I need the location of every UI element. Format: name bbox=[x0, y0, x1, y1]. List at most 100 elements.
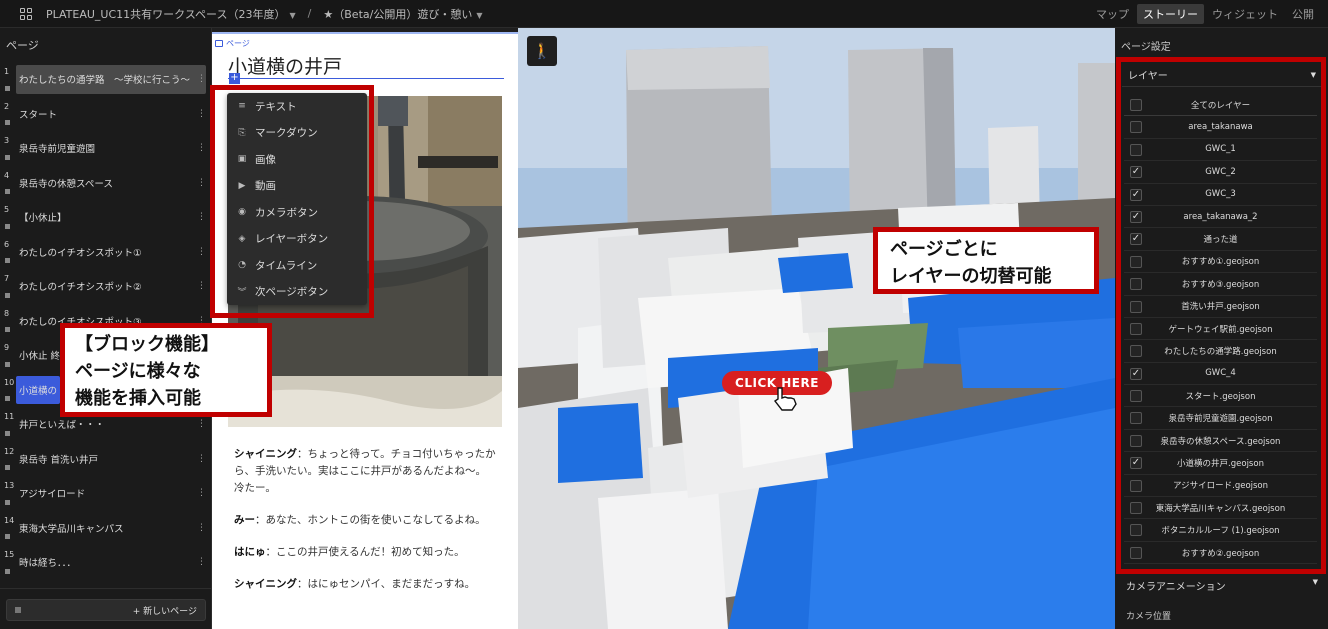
page-title-label: 小道横の bbox=[16, 375, 60, 404]
tab-widget[interactable]: ウィジェット bbox=[1206, 4, 1284, 24]
city-3d-scene bbox=[518, 28, 1115, 629]
page-title-label: わたしのイチオシスポット② bbox=[19, 282, 142, 294]
page-square-icon bbox=[15, 607, 21, 613]
chevron-down-icon: ▼ bbox=[1312, 578, 1318, 586]
more-options-icon[interactable]: ⋮ bbox=[197, 247, 206, 257]
page-title-label: スタート bbox=[19, 109, 58, 121]
breadcrumb-separator: / bbox=[307, 7, 312, 20]
page-swatch-icon bbox=[5, 534, 10, 539]
page-title-label: 泉岳寺の休憩スペース bbox=[19, 178, 113, 190]
page-title-label: わたしたちの通学路 ～学校に行こう～ bbox=[16, 65, 206, 94]
page-swatch-icon bbox=[5, 499, 10, 505]
dialog-list: シャイニング：ちょっと待って。チョコ付いちゃったから、手洗いたい。実はここに井戸… bbox=[234, 446, 496, 608]
add-block-button[interactable]: + bbox=[229, 73, 240, 84]
dialog-speaker: みー bbox=[234, 514, 255, 526]
page-swatch-icon bbox=[5, 396, 10, 401]
page-list-item[interactable]: 13 アジサイロード ⋮ bbox=[0, 476, 212, 511]
page-title-label: 時は経ち．．． bbox=[19, 558, 77, 570]
page-list-item[interactable]: 1 わたしたちの通学路 ～学校に行こう～ ⋮ bbox=[0, 62, 212, 97]
tab-story[interactable]: ストーリー bbox=[1137, 4, 1204, 24]
walk-mode-button[interactable]: 🚶 bbox=[527, 36, 557, 66]
more-options-icon[interactable]: ⋮ bbox=[197, 212, 206, 222]
page-number: 14 bbox=[4, 515, 15, 525]
more-options-icon[interactable]: ⋮ bbox=[197, 281, 206, 291]
pointer-hand-icon bbox=[773, 387, 797, 411]
story-page-title[interactable]: 小道横の井戸 bbox=[228, 52, 342, 79]
page-swatch-icon bbox=[5, 258, 10, 263]
more-options-icon[interactable]: ⋮ bbox=[197, 74, 206, 84]
app-root: { "topbar": { "workspace": "PLATEAU_UC11… bbox=[0, 0, 1328, 629]
page-tag: ページ bbox=[215, 38, 250, 49]
page-swatch-icon bbox=[5, 223, 10, 229]
more-options-icon[interactable]: ⋮ bbox=[197, 557, 206, 567]
callout-line: ページに様々な bbox=[75, 361, 201, 382]
page-swatch-icon bbox=[5, 327, 10, 332]
more-options-icon[interactable]: ⋮ bbox=[197, 143, 206, 153]
apps-grid-icon[interactable] bbox=[20, 7, 32, 20]
dialog-line[interactable]: シャイニング：はにゅセンパイ、まだまだっすね。 bbox=[234, 576, 496, 593]
page-list-item[interactable]: 14 東海大学品川キャンパス ⋮ bbox=[0, 511, 212, 546]
page-swatch-icon bbox=[5, 430, 10, 436]
more-options-icon[interactable]: ⋮ bbox=[197, 523, 206, 533]
page-number: 2 bbox=[4, 101, 10, 111]
page-swatch-icon bbox=[5, 154, 10, 160]
layer-switch-callout: ページごとに レイヤーの切替可能 bbox=[873, 227, 1099, 294]
page-swatch-icon bbox=[5, 189, 10, 194]
dialog-text: ：はにゅセンパイ、まだまだっすね。 bbox=[297, 578, 476, 590]
map-viewport[interactable] bbox=[518, 28, 1115, 629]
page-title-label: アジサイロード bbox=[19, 489, 86, 501]
page-number: 4 bbox=[4, 170, 10, 180]
workspace-breadcrumb[interactable]: PLATEAU_UC11共有ワークスペース（23年度） ▼ bbox=[46, 6, 296, 22]
dialog-speaker: シャイニング bbox=[234, 448, 297, 460]
more-options-icon[interactable]: ⋮ bbox=[197, 419, 206, 429]
page-number: 5 bbox=[4, 205, 10, 214]
page-title-label: 泉岳寺 首洗い井戸 bbox=[19, 454, 99, 466]
page-title-label: 【小休止】 bbox=[19, 213, 67, 225]
new-page-button[interactable]: + 新しいページ bbox=[6, 599, 206, 621]
dialog-line[interactable]: シャイニング：ちょっと待って。チョコ付いちゃったから、手洗いたい。実はここに井戸… bbox=[234, 446, 496, 497]
top-bar: PLATEAU_UC11共有ワークスペース（23年度） ▼ / ★（Beta/公開… bbox=[0, 0, 1328, 28]
page-list-item[interactable]: 3 泉岳寺前児童遊園 ⋮ bbox=[0, 131, 212, 166]
page-number: 13 bbox=[4, 481, 15, 490]
page-list-item[interactable]: 12 泉岳寺 首洗い井戸 ⋮ bbox=[0, 442, 212, 477]
page-number: 10 bbox=[4, 377, 15, 387]
page-number: 3 bbox=[4, 136, 10, 145]
project-breadcrumb[interactable]: ★（Beta/公開用）遊び・憩い ▼ bbox=[323, 6, 482, 22]
page-list-item[interactable]: 6 わたしのイチオシスポット① ⋮ bbox=[0, 235, 212, 270]
callout-line: 機能を挿入可能 bbox=[75, 388, 201, 409]
pages-list: 1 わたしたちの通学路 ～学校に行こう～ ⋮ 2 スタート ⋮ 3 泉岳寺前児童遊園 ⋮ 4 泉岳寺… bbox=[0, 62, 212, 580]
dialog-text: ：あなた、ホントこの街を使いこなしてるよね。 bbox=[255, 514, 486, 526]
layer-list-highlight bbox=[1116, 57, 1326, 574]
page-list-item[interactable]: 4 泉岳寺の休憩スペース ⋮ bbox=[0, 166, 212, 201]
more-options-icon[interactable]: ⋮ bbox=[197, 178, 206, 188]
callout-line: 【ブロック機能】 bbox=[75, 334, 219, 355]
camera-animation-header[interactable]: カメラアニメーション ▼ bbox=[1122, 578, 1322, 593]
page-list-item[interactable]: 7 わたしのイチオシスポット② ⋮ bbox=[0, 269, 212, 304]
mode-tabs: マップ ストーリー ウィジェット 公開 bbox=[1090, 4, 1320, 24]
more-options-icon[interactable]: ⋮ bbox=[197, 109, 206, 119]
callout-line: ページごとに bbox=[890, 239, 998, 260]
page-swatch-icon bbox=[5, 465, 10, 470]
more-options-icon[interactable]: ⋮ bbox=[197, 454, 206, 464]
page-icon bbox=[215, 40, 223, 47]
more-options-icon[interactable]: ⋮ bbox=[197, 488, 206, 498]
pages-panel-title: ページ bbox=[6, 39, 39, 52]
dialog-speaker: シャイニング bbox=[234, 578, 297, 590]
dialog-line[interactable]: はにゅ：ここの井戸使えるんだ！初めて知った。 bbox=[234, 544, 496, 561]
tab-map[interactable]: マップ bbox=[1090, 4, 1135, 24]
page-list-item[interactable]: 5 【小休止】 ⋮ bbox=[0, 200, 212, 235]
dialog-text: ：ここの井戸使えるんだ！初めて知った。 bbox=[265, 546, 465, 558]
camera-position-label: カメラ位置 bbox=[1126, 612, 1172, 622]
tab-publish[interactable]: 公開 bbox=[1286, 4, 1320, 24]
block-feature-callout: 【ブロック機能】 ページに様々な 機能を挿入可能 bbox=[60, 323, 272, 417]
page-list-item[interactable]: 15 時は経ち．．． ⋮ bbox=[0, 545, 212, 580]
page-swatch-icon bbox=[5, 568, 10, 574]
page-number: 8 bbox=[4, 308, 10, 318]
page-swatch-icon bbox=[5, 292, 10, 298]
dialog-line[interactable]: みー：あなた、ホントこの街を使いこなしてるよね。 bbox=[234, 512, 496, 529]
chevron-down-icon: ▼ bbox=[289, 10, 296, 20]
page-title-label: 東海大学品川キャンパス bbox=[19, 523, 124, 535]
page-number: 12 bbox=[4, 446, 15, 456]
page-number: 11 bbox=[4, 412, 15, 421]
page-list-item[interactable]: 2 スタート ⋮ bbox=[0, 97, 212, 132]
